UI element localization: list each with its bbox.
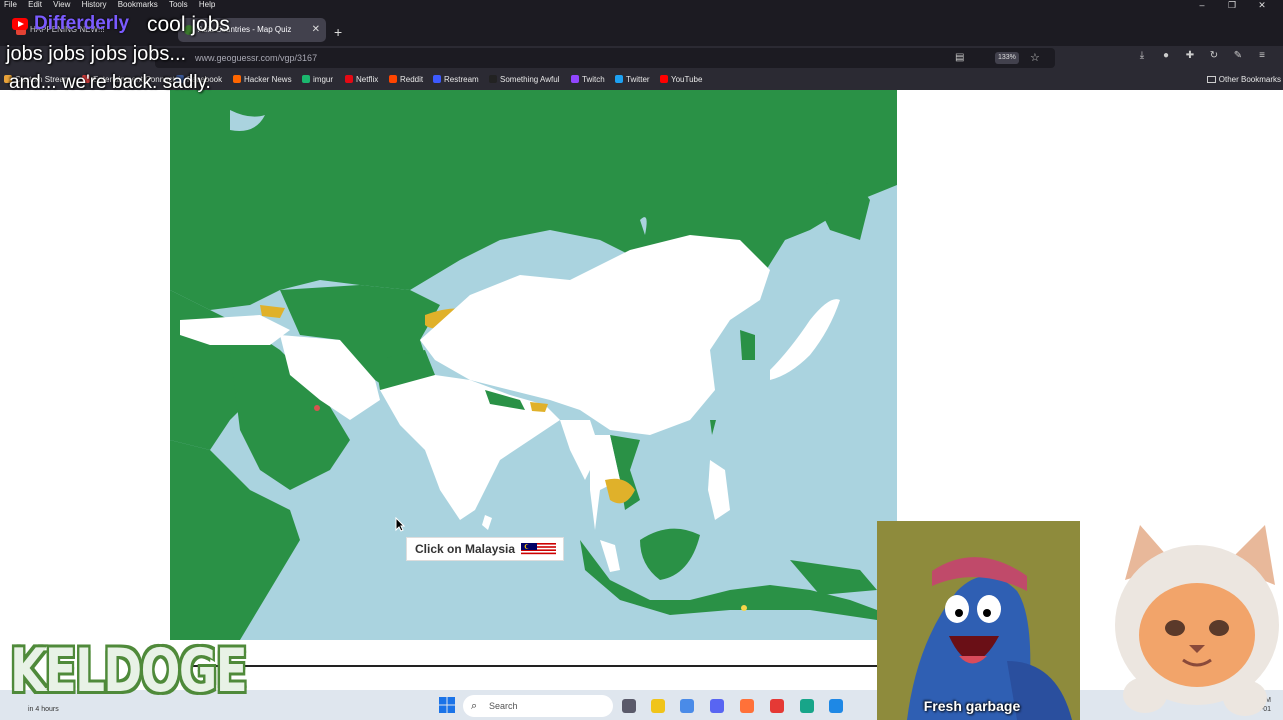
bookmark-favicon-icon [389,75,397,83]
bookmark-favicon-icon [433,75,441,83]
weather-widget[interactable]: in 4 hours [28,706,59,713]
bookmark-item[interactable]: Restream [433,70,479,90]
task-view-icon[interactable] [622,699,636,713]
vtuber-avatar-image [1115,525,1279,716]
bookmark-favicon-icon [233,75,241,83]
chat-message: cool jobs [147,13,230,36]
malaysia-flag-icon [521,543,556,556]
mouse-cursor-icon [395,517,405,532]
quiz-bottom-rule [170,665,877,667]
cartoon-character-image [877,521,1080,720]
bookmark-favicon-icon [615,75,623,83]
url-bar[interactable]: www.geoguessr.com/vgp/3167 ▤ 133% ☆ [155,48,1055,68]
bookmark-item[interactable]: Twitter [615,70,650,90]
menu-file[interactable]: File [0,0,22,10]
bookmark-item[interactable]: Hacker News [233,70,292,90]
bookmark-item[interactable]: Twitch [571,70,605,90]
search-placeholder: Search [489,701,518,711]
quiz-prompt: Click on Malaysia [406,537,564,561]
menu-tools[interactable]: Tools [165,0,193,10]
menu-bookmarks[interactable]: Bookmarks [114,0,163,10]
chat-username: Differderly [34,13,130,34]
other-bookmarks[interactable]: Other Bookmarks [1206,70,1281,90]
app-icon-teal[interactable] [800,699,814,713]
window-controls: – ❐ ✕ [1187,0,1277,10]
bookmark-item[interactable]: imgur [302,70,333,90]
new-tab-icon[interactable]: + [334,24,342,40]
bookmark-label: imgur [313,75,334,84]
menu-help[interactable]: Help [195,0,220,10]
bookmark-label: Restream [444,75,479,84]
bookmark-favicon-icon [302,75,310,83]
menu-history[interactable]: History [78,0,112,10]
bookmark-label: Twitter [626,75,650,84]
bookmark-favicon-icon [571,75,579,83]
channel-logo: KELDOGE [10,636,248,706]
cam-caption: Fresh garbage [923,698,1021,714]
folder-icon [1206,76,1216,83]
screen: File Edit View History Bookmarks Tools H… [0,0,1283,720]
app-icon-red[interactable] [770,699,784,713]
close-window-icon[interactable]: ✕ [1247,0,1277,10]
bookmark-star-icon[interactable]: ☆ [1030,48,1040,68]
puzzle-icon[interactable]: ✚ [1178,50,1202,61]
hamburger-menu-icon[interactable]: ≡ [1250,50,1274,61]
bookmark-label: YouTube [671,75,703,84]
bookmark-label: Netflix [356,75,379,84]
bookmark-item[interactable]: Something Awful [489,70,559,90]
extension-icon[interactable]: ● [1154,50,1178,61]
pen-icon[interactable]: ✎ [1226,50,1250,61]
bookmark-item[interactable]: Netflix [345,70,378,90]
app-icon-blue[interactable] [829,699,843,713]
restore-icon[interactable]: ❐ [1217,0,1247,10]
youtube-chat-icon [12,18,28,30]
bookmark-item[interactable]: Reddit [389,70,423,90]
bookmark-label: Hacker News [244,75,292,84]
minimize-icon[interactable]: – [1187,0,1217,10]
nav-bar: www.geoguessr.com/vgp/3167 ▤ 133% ☆ ⤓ ● ✚ ↻… [0,46,1283,70]
marker-wrong [314,405,320,411]
chat-message-2: jobs jobs jobs jobs... [6,43,187,65]
bookmark-favicon-icon [660,75,668,83]
sync-icon[interactable]: ↻ [1202,50,1226,61]
menu-bar: File Edit View History Bookmarks Tools H… [0,0,1283,10]
menu-view[interactable]: View [49,0,75,10]
url-text: www.geoguessr.com/vgp/3167 [195,53,318,63]
page-content: Click on Malaysia [0,90,1283,690]
bookmark-label: Twitch [582,75,605,84]
taskbar-search[interactable]: ⌕ Search [463,695,613,717]
discord-icon[interactable] [710,699,724,713]
bookmark-favicon-icon [489,75,497,83]
bookmark-label: Reddit [400,75,424,84]
reader-view-icon[interactable]: ▤ [955,48,964,68]
toolbar-icons: ⤓ ● ✚ ↻ ✎ ≡ [1130,50,1274,61]
bookmark-item[interactable]: YouTube [660,70,702,90]
prompt-text: Click on Malaysia [415,542,516,556]
other-bookmarks-label: Other Bookmarks [1218,75,1281,84]
region-korea [740,330,755,360]
marker-selection [741,605,747,611]
file-explorer-icon[interactable] [651,699,665,713]
menu-edit[interactable]: Edit [24,0,47,10]
bookmark-favicon-icon [345,75,353,83]
chat-message-3: and... we're back. sadly. [9,72,211,93]
bookmark-label: Something Awful [500,75,560,84]
facecam-overlay: Fresh garbage [877,521,1080,720]
firefox-icon[interactable] [740,699,754,713]
close-tab-icon[interactable]: ✕ [312,18,320,42]
copilot-icon[interactable] [680,699,694,713]
downloads-icon[interactable]: ⤓ [1130,50,1154,61]
search-icon: ⌕ [471,700,478,712]
zoom-level[interactable]: 133% [995,52,1019,64]
windows-start-icon[interactable] [439,697,455,713]
